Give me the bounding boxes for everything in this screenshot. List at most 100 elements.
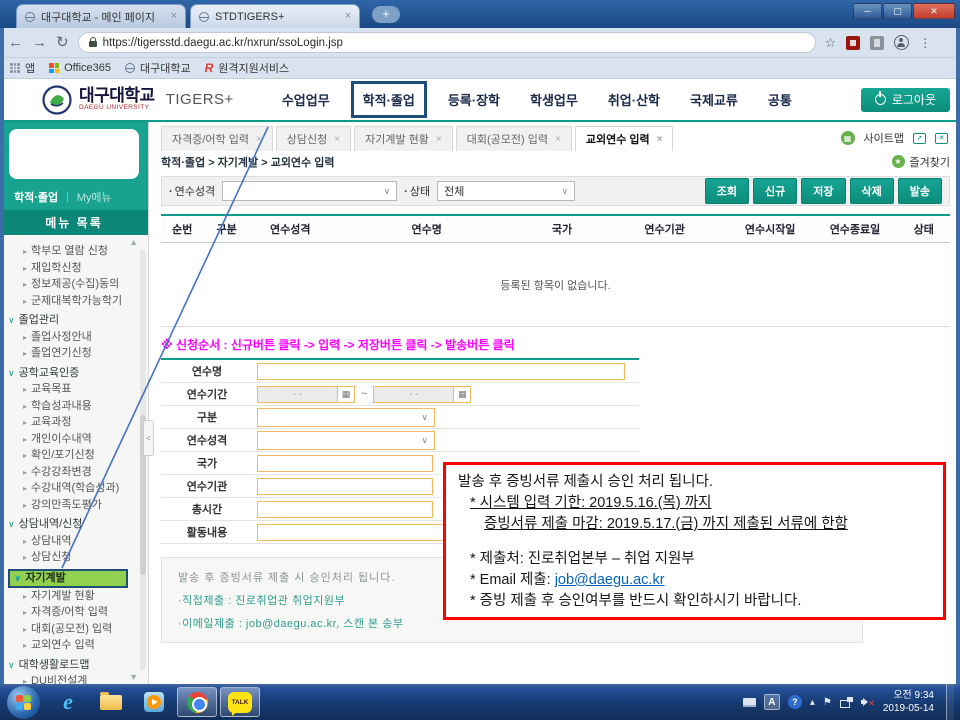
email-link[interactable]: job@daegu.ac.kr	[555, 572, 665, 588]
sidebar-menu-item[interactable]: 자격증/어학 입력	[8, 604, 136, 621]
sidebar-menu-item[interactable]: 개인이수내역	[8, 431, 136, 448]
sidebar-menu-item[interactable]: DU비전설계	[8, 673, 136, 684]
action-button[interactable]: 신규	[753, 178, 797, 204]
tab-close-icon[interactable]: ×	[171, 11, 177, 22]
sidebar-menu-item[interactable]: 교육과정	[8, 414, 136, 431]
sidebar-collapse-handle[interactable]: <	[143, 420, 154, 456]
bookmark-daegu-univ[interactable]: 대구대학교	[125, 60, 191, 76]
sidebar-menu-item[interactable]: 상담신청	[8, 549, 136, 566]
profile-icon[interactable]	[894, 35, 909, 50]
action-button[interactable]: 삭제	[850, 178, 894, 204]
browser-tab-2[interactable]: STDTIGERS+ ×	[190, 4, 360, 28]
workspace-tab[interactable]: 대회(공모전) 입력 ×	[456, 126, 572, 151]
workspace-tab[interactable]: 자격증/어학 입력 ×	[161, 126, 273, 151]
ime-english-icon[interactable]: A	[764, 694, 780, 710]
taskbar-clock[interactable]: 오전 9:34 2019-05-14	[883, 689, 934, 716]
sidebar-menu-item[interactable]: 학습성과내용	[8, 398, 136, 415]
header-nav-item[interactable]: 취업·산학	[608, 90, 660, 109]
header-nav-item[interactable]: 등록·장학	[448, 90, 500, 109]
sidebar-menu-item[interactable]: 교외연수 입력	[8, 637, 136, 654]
sidebar-menu-item[interactable]: 대학생활로드맵	[8, 657, 136, 674]
institution-input[interactable]	[257, 478, 433, 495]
extension-icon[interactable]	[870, 36, 884, 50]
calendar-icon[interactable]: ▦	[453, 387, 470, 402]
sidebar-menu-item[interactable]: 강의만족도평가	[8, 497, 136, 514]
start-date-input[interactable]	[258, 387, 337, 402]
sidebar-menu-item[interactable]: 확인/포기신청	[8, 447, 136, 464]
internet-explorer-icon[interactable]: e	[48, 687, 88, 717]
browser-tab-1[interactable]: 대구대학교 - 메인 페이지 ×	[16, 4, 186, 28]
new-tab-button[interactable]: +	[372, 6, 400, 23]
start-button[interactable]	[7, 686, 40, 719]
header-nav-item[interactable]: 학생업무	[530, 90, 578, 109]
sidebar-menu-item[interactable]: 재입학신청	[8, 260, 136, 277]
sidebar-menu-item[interactable]: 교육목표	[8, 381, 136, 398]
hours-input[interactable]	[257, 501, 433, 518]
action-button[interactable]: 저장	[801, 178, 845, 204]
show-desktop-button[interactable]	[946, 684, 954, 720]
sidebar-menu-item[interactable]: 학부모 열람 신청	[8, 243, 136, 260]
action-button[interactable]: 발송	[898, 178, 942, 204]
nature-select[interactable]: ∨	[257, 431, 435, 450]
university-logo[interactable]: 대구대학교 DAEGU UNIVERSITY TIGERS+	[42, 85, 234, 115]
tab-close-icon[interactable]: ×	[256, 134, 262, 145]
file-explorer-icon[interactable]	[91, 687, 131, 717]
hidden-icons-arrow[interactable]: ▴	[810, 697, 815, 708]
sidebar-tab-academics[interactable]: 학적·졸업	[14, 189, 58, 205]
sidebar-menu-item[interactable]: 군제대복학가능학기	[8, 293, 136, 310]
favorite-link[interactable]: 즐겨찾기	[910, 154, 950, 170]
minimize-button[interactable]: ─	[853, 3, 882, 19]
sidebar-menu-item[interactable]: 자기계발	[8, 569, 128, 588]
sitemap-link[interactable]: 사이트맵	[864, 130, 904, 146]
name-input[interactable]	[257, 363, 625, 380]
sidebar-menu-item[interactable]: 상담내역	[8, 533, 136, 550]
filter-nature-select[interactable]: ∨	[222, 181, 397, 201]
sidebar-menu-item[interactable]: 수강내역(학습성과)	[8, 480, 136, 497]
address-bar[interactable]: https://tigersstd.daegu.ac.kr/nxrun/ssoL…	[78, 32, 816, 53]
popup-window-icon[interactable]: ➚	[913, 133, 926, 144]
tab-close-icon[interactable]: ×	[334, 134, 340, 145]
close-button[interactable]: ✕	[913, 3, 955, 19]
end-date-input[interactable]	[374, 387, 453, 402]
back-icon[interactable]: ←	[8, 35, 23, 50]
action-button[interactable]: 조회	[705, 178, 749, 204]
sidebar-menu-item[interactable]: 졸업연기신청	[8, 345, 136, 362]
header-nav-item[interactable]: 국제교류	[690, 90, 738, 109]
header-nav-item[interactable]: 공통	[768, 90, 792, 109]
bookmark-apps[interactable]: 앱	[10, 60, 35, 76]
sidebar-menu-item[interactable]: 자기계발 현황	[8, 588, 136, 605]
header-nav-item[interactable]: 수업업무	[282, 90, 330, 109]
sidebar-menu-item[interactable]: 공학교육인증	[8, 365, 136, 382]
sidebar-menu-item[interactable]: 정보제공(수집)동의	[8, 276, 136, 293]
keyboard-ime-icon[interactable]	[743, 698, 756, 707]
sidebar-menu-item[interactable]: 상담내역/신청	[8, 516, 136, 533]
forward-icon[interactable]: →	[32, 35, 47, 50]
bookmark-remote-support[interactable]: R 원격지원서비스	[205, 60, 290, 76]
action-center-flag-icon[interactable]: ⚑	[823, 697, 832, 708]
chrome-icon[interactable]	[177, 687, 217, 717]
workspace-tab[interactable]: 교외연수 입력 ×	[575, 126, 674, 151]
network-icon[interactable]	[840, 697, 853, 708]
tab-close-icon[interactable]: ×	[657, 134, 663, 145]
reload-icon[interactable]: ↻	[56, 35, 69, 50]
volume-muted-icon[interactable]: ✕	[861, 696, 875, 708]
chevron-up-icon[interactable]: ▲	[129, 237, 138, 247]
ime-help-icon[interactable]: ?	[788, 695, 802, 709]
tab-close-icon[interactable]: ×	[436, 134, 442, 145]
pdf-extension-icon[interactable]	[846, 36, 860, 50]
close-window-icon[interactable]: ✕	[935, 133, 948, 144]
sidebar-menu-item[interactable]: 졸업사정안내	[8, 329, 136, 346]
sidebar-tab-mymenu[interactable]: My메뉴	[77, 189, 112, 205]
tab-close-icon[interactable]: ×	[345, 11, 351, 22]
kakaotalk-icon[interactable]: TALK	[220, 687, 260, 717]
calendar-icon[interactable]: ▦	[337, 387, 354, 402]
country-input[interactable]	[257, 455, 433, 472]
chevron-down-icon[interactable]: ▼	[129, 672, 138, 682]
bookmark-office365[interactable]: Office365	[49, 62, 111, 74]
filter-status-select[interactable]: 전체∨	[437, 181, 575, 201]
header-nav-item[interactable]: 학적·졸업	[351, 81, 427, 118]
category-select[interactable]: ∨	[257, 408, 435, 427]
start-date-field[interactable]: ▦	[257, 386, 355, 403]
workspace-tab[interactable]: 자기계발 현황 ×	[354, 126, 453, 151]
workspace-tab[interactable]: 상담신청 ×	[276, 126, 351, 151]
